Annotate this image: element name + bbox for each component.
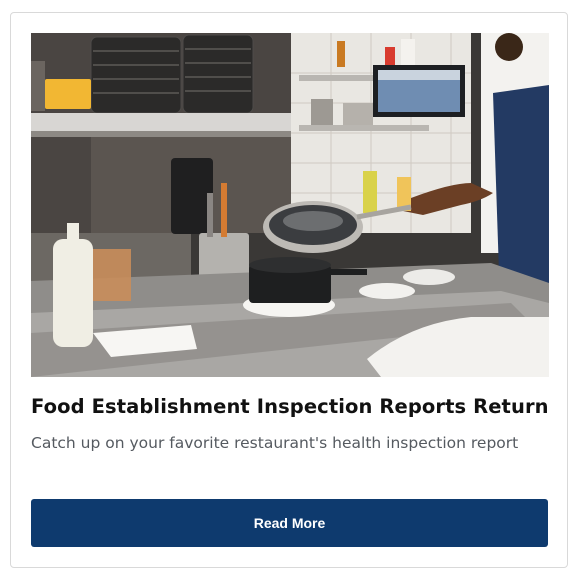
article-card: Food Establishment Inspection Reports Re… xyxy=(10,12,568,568)
article-image[interactable] xyxy=(31,33,549,377)
article-description: Catch up on your favorite restaurant's h… xyxy=(31,434,519,452)
kitchen-photo xyxy=(31,33,549,377)
article-title[interactable]: Food Establishment Inspection Reports Re… xyxy=(31,395,551,418)
read-more-button[interactable]: Read More xyxy=(31,499,548,547)
